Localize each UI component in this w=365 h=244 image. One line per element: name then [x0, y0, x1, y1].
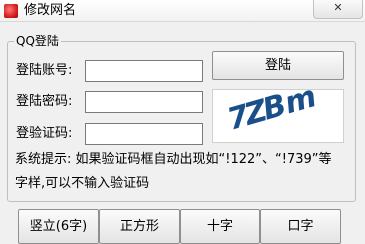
hint-line-1: 系统提示: 如果验证码框自动出现如“!122”、“!739”等 [15, 152, 332, 167]
account-input[interactable] [85, 60, 203, 82]
login-button[interactable]: 登陆 [212, 51, 344, 80]
window-title: 修改网名 [24, 3, 77, 18]
group-title: QQ登陆 [14, 34, 61, 48]
captcha-input[interactable] [85, 123, 203, 145]
captcha-label: 登验证码: [16, 126, 73, 141]
captcha-text: 7ZB m [224, 90, 320, 138]
app-icon [4, 4, 18, 18]
password-input[interactable] [85, 91, 203, 113]
account-label: 登陆账号: [16, 63, 73, 78]
close-icon: ✕ [333, 1, 343, 14]
password-label: 登陆密码: [16, 94, 73, 109]
hint-line-2: 字样,可以不输入验证码 [15, 176, 150, 191]
square-button[interactable]: 正方形 [99, 209, 180, 244]
close-button[interactable]: ✕ [313, 0, 363, 19]
mouth-char-button[interactable]: 口字 [260, 209, 341, 244]
captcha-graphic: 7ZB m [224, 79, 320, 138]
title-bar: 修改网名 ✕ [0, 0, 365, 22]
vertical-6-char-button[interactable]: 竖立(6字) [18, 209, 99, 244]
cross-button[interactable]: 十字 [180, 209, 260, 244]
captcha-image[interactable]: 7ZB m [212, 79, 344, 143]
